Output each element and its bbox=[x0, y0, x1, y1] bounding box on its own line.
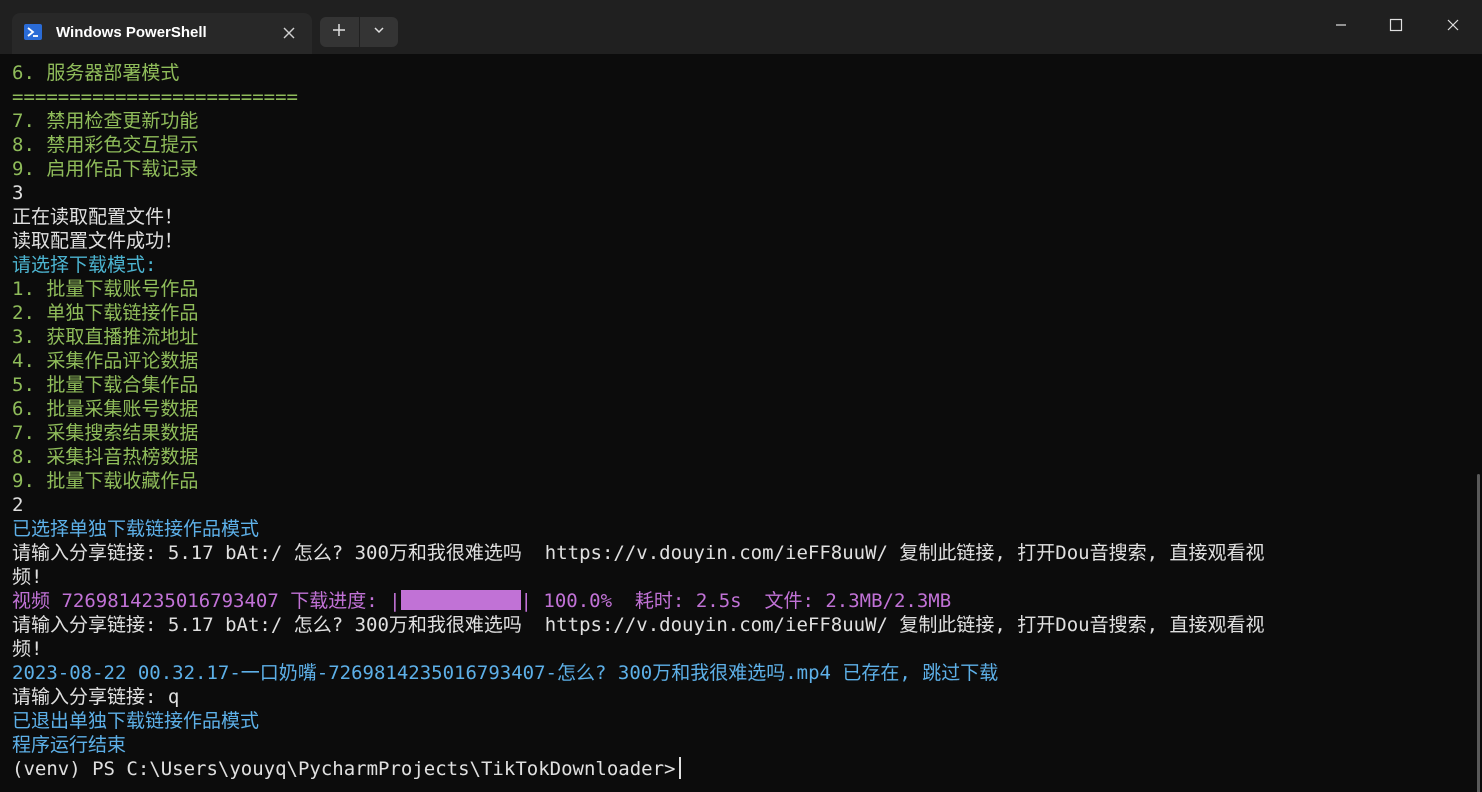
status-line: 正在读取配置文件！ bbox=[12, 206, 184, 228]
mode-prompt-line: 请选择下载模式: bbox=[12, 254, 157, 276]
user-input-line: 3 bbox=[12, 182, 24, 204]
minimize-icon bbox=[1334, 18, 1348, 37]
mode-menu-item: 3. 获取直播推流地址 bbox=[12, 326, 199, 348]
text-cursor bbox=[679, 757, 682, 779]
mode-menu-item: 6. 批量采集账号数据 bbox=[12, 398, 199, 420]
download-progress-line: 视频 7269814235016793407 下载进度: | | 100.0% 耗… bbox=[12, 589, 1264, 613]
shell-prompt: (venv) PS C:\Users\youyq\PycharmProjects… bbox=[12, 758, 676, 780]
scrollbar-thumb[interactable] bbox=[1477, 474, 1480, 792]
config-menu-item: 9. 启用作品下载记录 bbox=[12, 158, 199, 180]
progress-suffix: | 100.0% 耗时: 2.5s 文件: 2.3MB/2.3MB bbox=[520, 590, 952, 612]
status-line: 已选择单独下载链接作品模式 bbox=[12, 518, 260, 540]
maximize-button[interactable] bbox=[1367, 0, 1425, 54]
close-window-button[interactable] bbox=[1424, 0, 1482, 54]
shell-prompt-line[interactable]: (venv) PS C:\Users\youyq\PycharmProjects… bbox=[12, 757, 1264, 781]
progress-prefix: 视频 7269814235016793407 下载进度: | bbox=[12, 590, 401, 612]
powershell-icon bbox=[24, 24, 42, 40]
terminal-output[interactable]: 6. 服务器部署模式 ========================= 7. … bbox=[0, 54, 1482, 792]
maximize-icon bbox=[1389, 18, 1403, 37]
mode-menu-item: 5. 批量下载合集作品 bbox=[12, 374, 199, 396]
tab-title: Windows PowerShell bbox=[56, 24, 207, 41]
tab-controls bbox=[320, 17, 398, 47]
config-menu-item: 8. 禁用彩色交互提示 bbox=[12, 134, 199, 156]
plus-icon bbox=[331, 22, 347, 43]
chevron-down-icon bbox=[372, 23, 386, 42]
file-exists-line: 2023-08-22 00.32.17-一口奶嘴-726981423501679… bbox=[12, 662, 999, 684]
mode-menu-item: 4. 采集作品评论数据 bbox=[12, 350, 199, 372]
mode-menu-item: 9. 批量下载收藏作品 bbox=[12, 470, 199, 492]
status-line: 程序运行结束 bbox=[12, 734, 127, 756]
share-link-input-line: 请输入分享链接: 5.17 bAt:/ 怎么? 300万和我很难选吗 https… bbox=[12, 542, 1265, 564]
config-menu-separator: ========================= bbox=[12, 86, 298, 108]
share-link-input-wrap: 频! bbox=[12, 638, 43, 660]
mode-menu-item: 2. 单独下载链接作品 bbox=[12, 302, 199, 324]
tab-windows-powershell[interactable]: Windows PowerShell bbox=[12, 13, 312, 54]
progress-bar-fill bbox=[400, 590, 521, 610]
tab-dropdown-button[interactable] bbox=[359, 17, 398, 47]
share-link-input-line: 请输入分享链接: 5.17 bAt:/ 怎么? 300万和我很难选吗 https… bbox=[12, 614, 1265, 636]
mode-menu-item: 8. 采集抖音热榜数据 bbox=[12, 446, 199, 468]
config-menu-item: 7. 禁用检查更新功能 bbox=[12, 110, 199, 132]
status-line: 已退出单独下载链接作品模式 bbox=[12, 710, 260, 732]
share-link-input-wrap: 频! bbox=[12, 566, 43, 588]
config-menu-item: 6. 服务器部署模式 bbox=[12, 62, 180, 84]
powershell-window: Windows PowerShell 6. 服务器部署模式 ==========… bbox=[0, 0, 1482, 792]
mode-menu-item: 7. 采集搜索结果数据 bbox=[12, 422, 199, 444]
status-line: 读取配置文件成功！ bbox=[12, 230, 184, 252]
close-icon bbox=[1446, 18, 1460, 37]
close-icon[interactable] bbox=[280, 24, 298, 42]
share-link-input-line: 请输入分享链接: q bbox=[12, 686, 180, 708]
new-tab-button[interactable] bbox=[320, 17, 359, 47]
user-input-line: 2 bbox=[12, 494, 24, 516]
minimize-button[interactable] bbox=[1312, 0, 1370, 54]
title-bar[interactable]: Windows PowerShell bbox=[0, 0, 1482, 54]
mode-menu-item: 1. 批量下载账号作品 bbox=[12, 278, 199, 300]
